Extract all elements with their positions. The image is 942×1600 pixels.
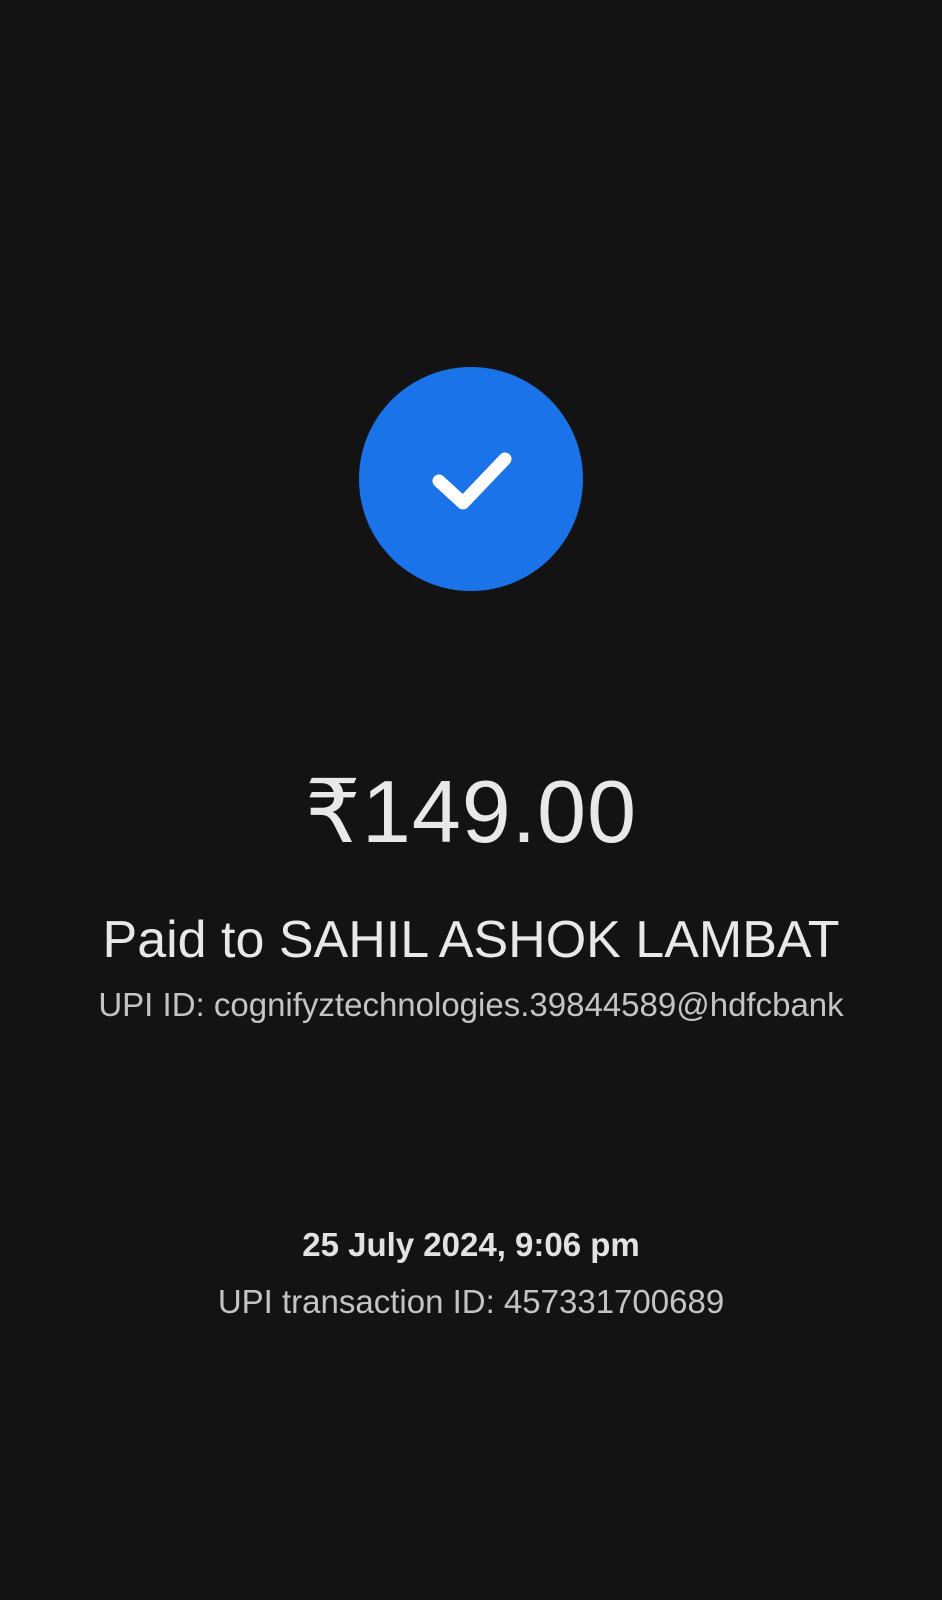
check-icon bbox=[432, 452, 512, 510]
payee-name: Paid to SAHIL ASHOK LAMBAT bbox=[102, 911, 840, 969]
payee-upi-id: UPI ID: cognifyztechnologies.39844589@hd… bbox=[98, 986, 844, 1023]
payment-success-screen: ₹149.00 Paid to SAHIL ASHOK LAMBAT UPI I… bbox=[0, 0, 942, 1600]
payment-success-badge bbox=[359, 367, 583, 591]
payment-datetime: 25 July 2024, 9:06 pm bbox=[302, 1226, 640, 1263]
payment-amount: ₹149.00 bbox=[304, 762, 638, 861]
upi-transaction-id: UPI transaction ID: 457331700689 bbox=[217, 1283, 725, 1320]
